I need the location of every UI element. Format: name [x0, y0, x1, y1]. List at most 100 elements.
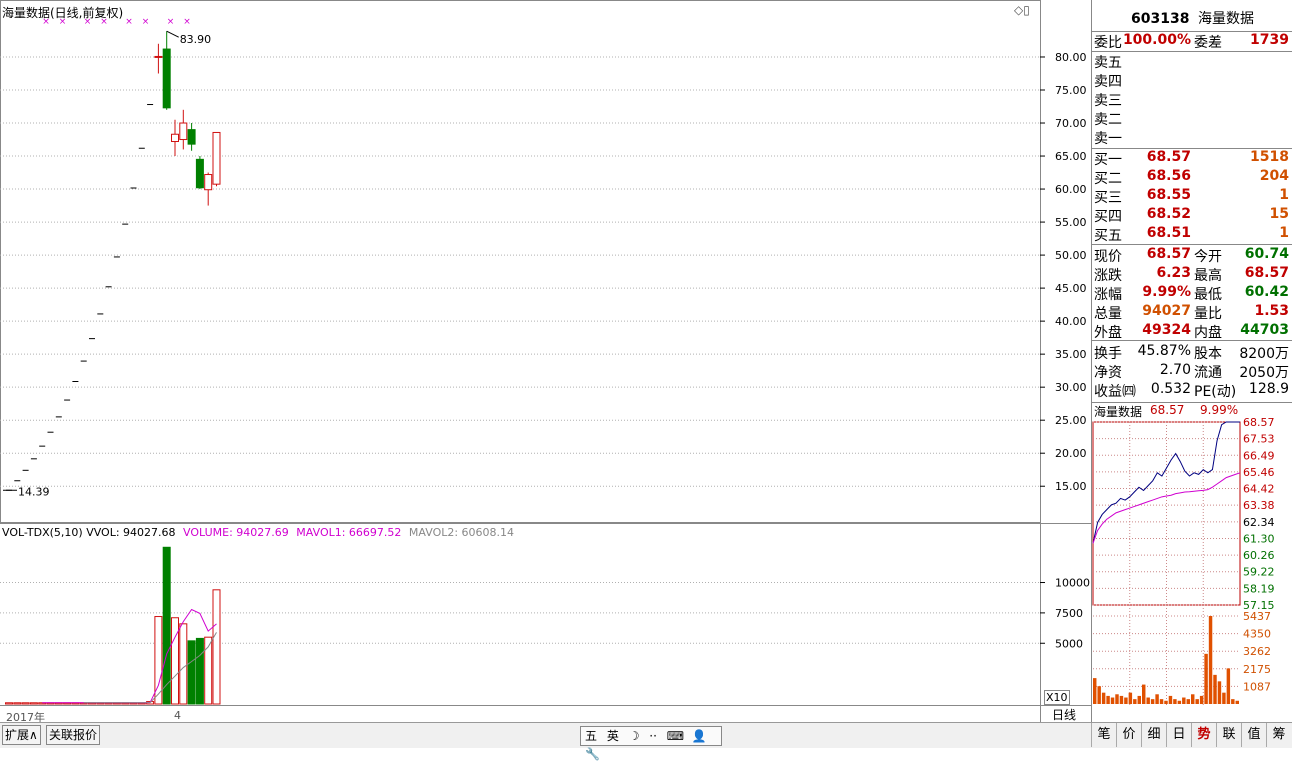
low-price-label: 14.39: [18, 485, 50, 498]
weicha-value: 1739: [1250, 32, 1289, 48]
mini-chart-name: 海量数据: [1094, 405, 1143, 419]
mini-chart-pct: 9.99%: [1200, 403, 1239, 417]
stat-row: 涨幅 9.99% 最低 60.42: [1094, 284, 1291, 303]
buy-price: 68.56: [1146, 168, 1191, 184]
stat-row: 外盘 49324 内盘 44703: [1094, 322, 1291, 341]
stock-name: 海量数据: [1197, 11, 1254, 27]
stat-label: 现价: [1094, 249, 1122, 265]
stat-label: 最高: [1194, 268, 1222, 284]
fund-label: PE(动): [1194, 384, 1237, 400]
price-tick-label: 55.00: [1055, 216, 1087, 229]
tool-tab[interactable]: 值: [1241, 723, 1266, 747]
stat-label: 总量: [1094, 306, 1122, 322]
signal-marker: ×: [125, 17, 133, 27]
volume-bar: [212, 589, 221, 705]
candle-body: [154, 55, 163, 58]
mavol2-value: MAVOL2: 60608.14: [408, 526, 515, 539]
weibi-row: 委比 100.00% 委差 1739: [1094, 32, 1291, 51]
buy-label: 买一: [1094, 152, 1122, 168]
stat-label: 涨跌: [1094, 268, 1122, 284]
volume-bar: [162, 546, 171, 705]
ime-toolbar[interactable]: 五 英 ☽ ·· ⌨ 👤 🔧: [580, 726, 722, 761]
sell-label: 卖五: [1094, 55, 1122, 71]
stat-label: 最低: [1194, 287, 1222, 303]
fund-row: 净资 2.70 流通 2050万: [1094, 362, 1291, 381]
x10-label[interactable]: X10: [1044, 690, 1070, 705]
chart-options-icon[interactable]: ◇▯: [1014, 3, 1030, 17]
volume-value: VOLUME: 94027.69: [183, 526, 289, 539]
volume-legend: VOL-TDX(5,10) VVOL: 94027.68 VOLUME: 940…: [2, 526, 514, 539]
volume-bar: [13, 702, 22, 705]
volume-tick-label: 7500: [1055, 607, 1083, 620]
price-tick-label: 35.00: [1055, 348, 1087, 361]
vol-indicator-label: VOL-TDX(5,10): [2, 526, 83, 539]
tool-tab[interactable]: 日: [1166, 723, 1191, 747]
price-tick-label: 75.00: [1055, 84, 1087, 97]
price-tick-label: 20.00: [1055, 447, 1087, 460]
buy-row: 买三 68.55 1: [1094, 187, 1291, 206]
weibi-label: 委比: [1094, 35, 1122, 51]
stock-code: 603138: [1131, 11, 1190, 27]
tool-tab[interactable]: 筹: [1266, 723, 1291, 747]
tab-related-quotes[interactable]: 关联报价: [46, 725, 101, 745]
stat-label: 内盘: [1194, 325, 1222, 341]
ime-wubi-icon[interactable]: 五: [585, 729, 597, 743]
price-tick-label: 50.00: [1055, 249, 1087, 262]
mini-chart-title: 海量数据 68.57 9.99%: [1094, 403, 1291, 422]
buy-price: 68.55: [1146, 187, 1191, 203]
buy-volume: 1: [1279, 187, 1289, 203]
candle-body: [171, 133, 179, 143]
period-label[interactable]: 日线: [1052, 706, 1076, 723]
vvol-value: VVOL: 94027.68: [86, 526, 176, 539]
stat-value: 60.74: [1244, 246, 1289, 262]
stat-row: 涨跌 6.23 最高 68.57: [1094, 265, 1291, 284]
tool-tab[interactable]: 联: [1216, 723, 1241, 747]
stat-label: 涨幅: [1094, 287, 1122, 303]
stat-value: 1.53: [1254, 303, 1289, 319]
tool-tab[interactable]: 笔: [1091, 723, 1116, 747]
stat-label: 外盘: [1094, 325, 1122, 341]
sell-label: 卖三: [1094, 93, 1122, 109]
tool-tab[interactable]: 细: [1141, 723, 1166, 747]
ime-punct-icon[interactable]: ··: [649, 729, 657, 743]
fund-row: 收益㈣ 0.532 PE(动) 128.9: [1094, 381, 1291, 400]
fund-label: 收益㈣: [1094, 384, 1136, 400]
buy-label: 买四: [1094, 209, 1122, 225]
price-tick-label: 70.00: [1055, 117, 1087, 130]
ime-english-icon[interactable]: 英: [607, 729, 619, 743]
volume-bar: [171, 617, 179, 705]
volume-bar: [179, 623, 188, 705]
buy-price: 68.52: [1146, 206, 1191, 222]
high-price-label: 83.90: [180, 33, 212, 46]
buy-price: 68.57: [1146, 149, 1191, 165]
tool-tab[interactable]: 势: [1191, 723, 1216, 747]
price-tick-label: 15.00: [1055, 480, 1087, 493]
price-tick-label: 25.00: [1055, 414, 1087, 427]
sell-label: 卖二: [1094, 112, 1122, 128]
buy-volume: 15: [1269, 206, 1289, 222]
tab-extend[interactable]: 扩展∧: [2, 725, 41, 745]
sell-row: 卖五: [1094, 52, 1291, 71]
sell-label: 卖四: [1094, 74, 1122, 90]
weicha-label: 委差: [1194, 35, 1222, 51]
volume-bar: [187, 640, 196, 705]
buy-label: 买二: [1094, 171, 1122, 187]
signal-marker: ×: [142, 17, 150, 27]
sell-row: 卖二: [1094, 109, 1291, 128]
buy-volume: 204: [1259, 168, 1289, 184]
mavol1-value: MAVOL1: 66697.52: [296, 526, 402, 539]
ime-settings-icon[interactable]: 🔧: [585, 747, 600, 761]
mini-chart-price: 68.57: [1150, 403, 1185, 417]
kline-frame: [0, 0, 1041, 523]
price-tick-label: 40.00: [1055, 315, 1087, 328]
fund-value: 45.87%: [1137, 343, 1191, 359]
bottom-bar: 扩展∧ 关联报价 日线 五 英 ☽ ·· ⌨ 👤 🔧 笔价细日势联值筹: [0, 708, 1292, 761]
ime-moon-icon[interactable]: ☽: [629, 729, 640, 743]
fund-value: 128.9: [1248, 381, 1289, 397]
fund-label: 净资: [1094, 365, 1122, 381]
fund-label: 流通: [1194, 365, 1222, 381]
fund-row: 换手 45.87% 股本 8200万: [1094, 343, 1291, 362]
tool-tab[interactable]: 价: [1116, 723, 1141, 747]
ime-keyboard-icon[interactable]: ⌨: [667, 729, 684, 743]
ime-user-icon[interactable]: 👤: [692, 729, 707, 743]
